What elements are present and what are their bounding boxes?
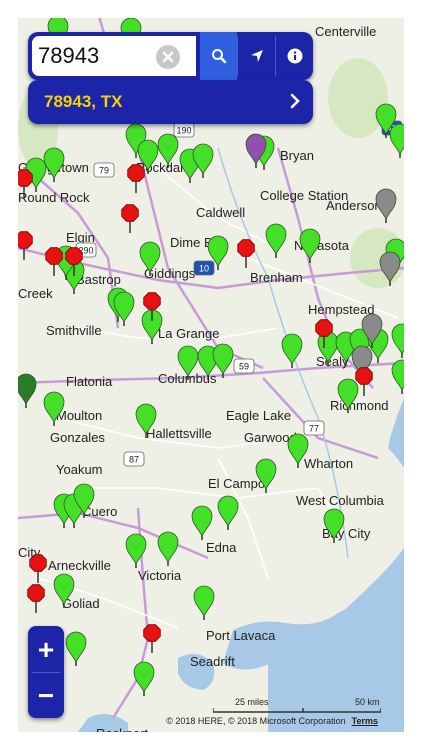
info-button[interactable]	[276, 32, 313, 80]
scale-miles: 25 miles	[235, 697, 269, 707]
location-pin[interactable]	[133, 661, 155, 696]
forest-area	[328, 58, 388, 138]
location-pin[interactable]	[43, 147, 65, 182]
place-label: Smithville	[46, 323, 102, 338]
location-pin[interactable]	[65, 631, 87, 666]
map-canvas[interactable]: CentervilleHearneRockdaleGeorgetownRound…	[18, 18, 404, 732]
road-shield: 87	[123, 451, 145, 467]
place-label: La Grange	[158, 326, 219, 341]
place-label: Seadrift	[190, 654, 235, 669]
svg-text:10: 10	[199, 264, 209, 274]
place-label: Rockport	[96, 726, 148, 732]
location-pin[interactable]	[389, 123, 404, 158]
place-label: Eagle Lake	[226, 408, 291, 423]
chevron-right-icon	[289, 92, 301, 115]
zoom-divider	[32, 672, 60, 673]
place-label: Gonzales	[50, 430, 105, 445]
road-shield: 10	[193, 260, 215, 276]
location-pin[interactable]	[192, 143, 214, 178]
place-label: Creek	[18, 286, 53, 301]
road-shield: 79	[93, 162, 115, 178]
road-shield: 77	[303, 420, 325, 436]
place-label: Moulton	[56, 408, 102, 423]
location-pin[interactable]	[157, 531, 179, 566]
place-label: Caldwell	[196, 205, 245, 220]
search-input-value[interactable]: 78943	[38, 43, 99, 69]
zoom-controls: + −	[28, 626, 64, 718]
place-label: Hallettsville	[146, 426, 212, 441]
svg-text:77: 77	[309, 424, 319, 434]
attribution-text: © 2018 HERE, © 2018 Microsoft Corporatio…	[166, 716, 346, 726]
stop-pin[interactable]	[237, 239, 255, 268]
location-pin[interactable]	[299, 228, 321, 263]
place-label: Flatonia	[66, 374, 113, 389]
place-label: Victoria	[138, 568, 182, 583]
place-label: Arneckville	[48, 558, 111, 573]
place-label: Yoakum	[56, 462, 103, 477]
location-pin[interactable]	[281, 333, 303, 368]
place-label: Anderson	[326, 198, 382, 213]
location-pin[interactable]	[265, 223, 287, 258]
location-arrow-icon	[250, 50, 263, 62]
svg-text:190: 190	[176, 126, 191, 136]
stop-pin[interactable]	[355, 367, 373, 396]
scale-bar: 25 miles 50 km	[213, 697, 381, 713]
road-shield: 190	[173, 122, 195, 138]
locate-button[interactable]	[238, 32, 275, 80]
stop-pin[interactable]	[127, 164, 145, 193]
search-input[interactable]: 78943	[32, 36, 196, 76]
scale-km: 50 km	[355, 697, 380, 707]
location-pin[interactable]	[375, 188, 397, 223]
stop-pin[interactable]	[29, 554, 47, 583]
location-pin[interactable]	[18, 373, 37, 408]
stop-pin[interactable]	[27, 584, 45, 613]
place-label: Centerville	[315, 24, 376, 39]
search-button[interactable]	[200, 32, 237, 80]
zoom-in-button[interactable]: +	[28, 628, 64, 672]
place-label: Round Rock	[18, 190, 90, 205]
search-result-row[interactable]: 78943, TX	[28, 80, 313, 124]
galveston-bay	[388, 398, 404, 468]
map-attribution: © 2018 HERE, © 2018 Microsoft Corporatio…	[166, 716, 378, 726]
stop-pin[interactable]	[121, 204, 139, 233]
search-icon	[211, 49, 226, 64]
result-label: 78943, TX	[44, 92, 123, 111]
road-shield: 59	[233, 358, 255, 374]
location-pin[interactable]	[391, 323, 404, 358]
place-label: Hempstead	[308, 302, 374, 317]
map-frame: CentervilleHearneRockdaleGeorgetownRound…	[18, 18, 404, 732]
place-label: Bryan	[280, 148, 314, 163]
terms-link[interactable]: Terms	[352, 716, 378, 726]
location-pin[interactable]	[391, 359, 404, 394]
place-label: Brenham	[250, 270, 303, 285]
clear-search-button[interactable]	[156, 45, 180, 69]
zoom-out-button[interactable]: −	[28, 674, 64, 718]
location-pin[interactable]	[193, 585, 215, 620]
svg-text:87: 87	[129, 455, 139, 465]
place-label: West Columbia	[296, 493, 385, 508]
search-toolbar: 78943	[28, 32, 313, 80]
info-icon	[287, 48, 302, 64]
stop-pin[interactable]	[45, 247, 63, 276]
stop-pin[interactable]	[18, 231, 33, 260]
place-label: Richmond	[330, 398, 389, 413]
place-label: Edna	[206, 540, 237, 555]
location-pin[interactable]	[217, 495, 239, 530]
place-label: Port Lavaca	[206, 628, 276, 643]
place-label: El Campo	[208, 476, 265, 491]
location-pin[interactable]	[191, 505, 213, 540]
close-icon	[162, 51, 174, 63]
svg-text:79: 79	[99, 166, 109, 176]
svg-text:59: 59	[239, 362, 249, 372]
place-label: Wharton	[304, 456, 353, 471]
